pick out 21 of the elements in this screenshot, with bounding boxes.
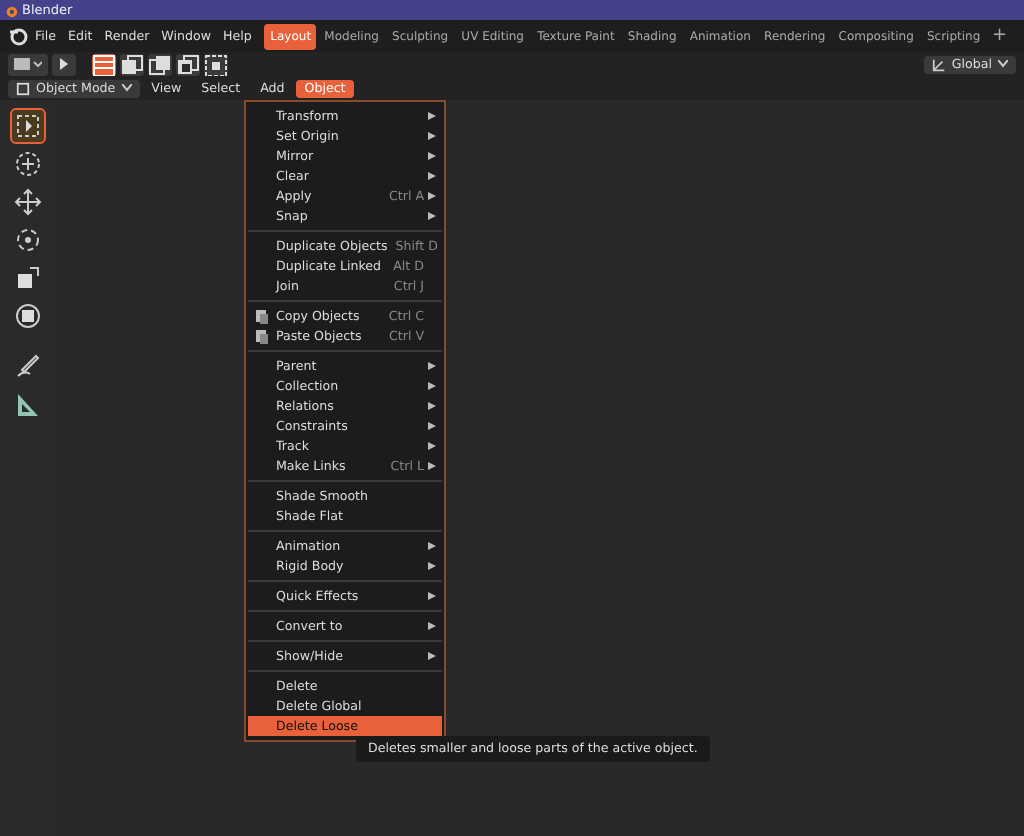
- blender-logo-icon: [4, 3, 18, 17]
- selection-mode-button[interactable]: [176, 53, 200, 75]
- blender-logo-icon[interactable]: [8, 26, 28, 46]
- tool-icon[interactable]: [12, 262, 44, 294]
- select-tool-button[interactable]: [52, 53, 76, 75]
- selection-mode-button[interactable]: [120, 53, 144, 75]
- square-icon: [16, 81, 30, 95]
- tool-icon[interactable]: [12, 350, 44, 382]
- selection-mode-button[interactable]: [148, 53, 172, 75]
- add-workspace-button[interactable]: +: [987, 26, 1012, 46]
- editor-type-button[interactable]: [8, 53, 48, 75]
- tool-icon[interactable]: [12, 148, 44, 180]
- axes-icon: [931, 57, 946, 71]
- tool-icon[interactable]: [12, 300, 44, 332]
- selection-mode-button[interactable]: [204, 53, 228, 75]
- caret-icon: [998, 60, 1008, 68]
- tool-icon[interactable]: [12, 110, 44, 142]
- cursor-icon: [56, 56, 72, 72]
- tool-icon[interactable]: [12, 224, 44, 256]
- tool-icon[interactable]: [12, 186, 44, 218]
- caret-icon: [121, 84, 132, 92]
